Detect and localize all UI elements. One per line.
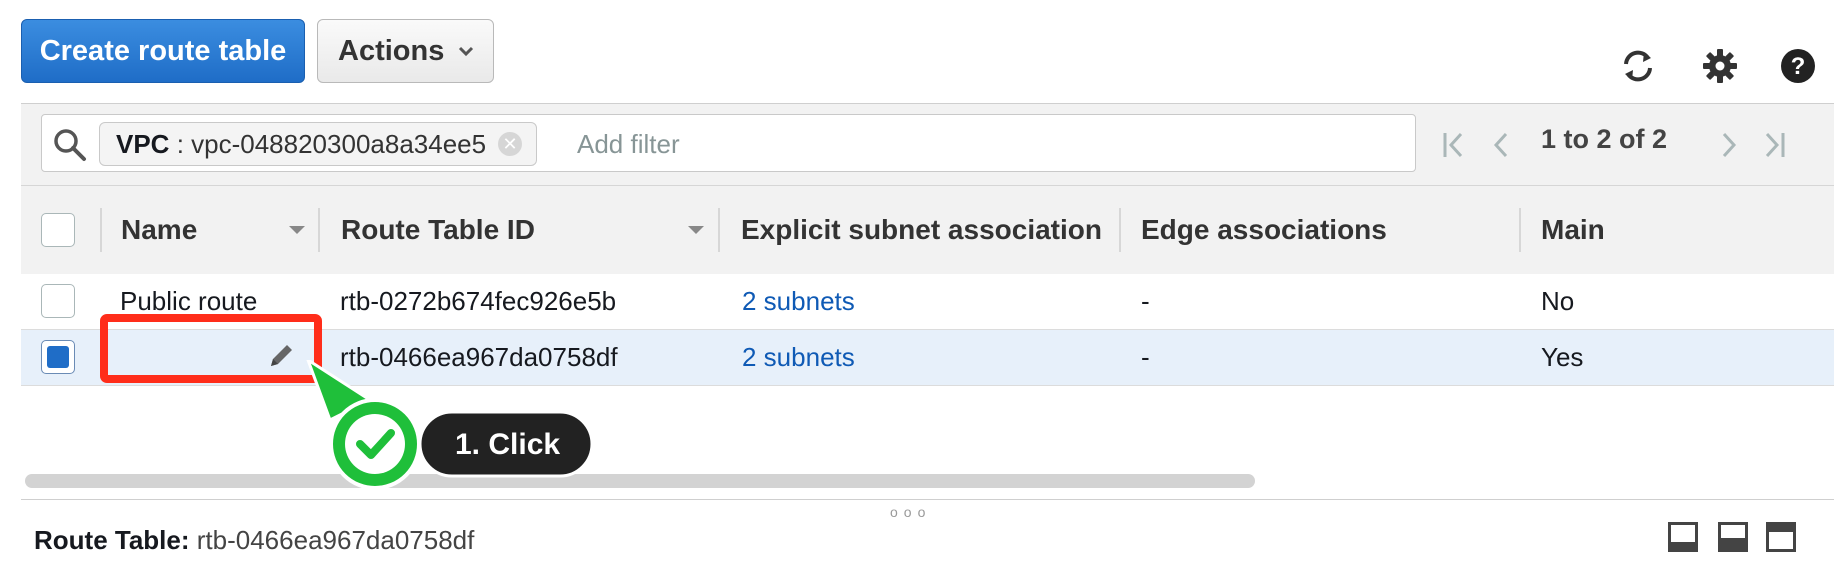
click-highlight-box [100, 314, 322, 383]
cell-route-table-id: rtb-0272b674fec926e5b [340, 286, 617, 316]
route-tables-panel: VPC : vpc-048820300a8a34ee5 ✕ Add filter… [21, 103, 1834, 500]
column-divider [318, 208, 320, 252]
footer-label-value: rtb-0466ea967da0758df [196, 525, 475, 555]
table-header: Name Route Table ID Explicit subnet asso… [21, 185, 1834, 275]
horizontal-scrollbar[interactable] [25, 474, 1255, 488]
sort-caret-icon[interactable] [688, 226, 704, 234]
column-divider [1519, 208, 1521, 252]
create-route-table-button[interactable]: Create route table [21, 19, 305, 83]
previous-page-icon[interactable] [1491, 130, 1511, 160]
sort-caret-icon[interactable] [289, 226, 305, 234]
create-route-table-label: Create route table [39, 34, 287, 67]
resize-grip-icon[interactable]: ooo [890, 504, 931, 520]
first-page-icon[interactable] [1441, 130, 1467, 160]
select-all-checkbox[interactable] [41, 213, 75, 247]
search-icon [54, 129, 86, 161]
filter-token-value: vpc-048820300a8a34ee5 [191, 128, 487, 159]
filter-token-key: VPC [116, 128, 170, 159]
row-checkbox[interactable] [41, 284, 75, 318]
selected-route-table-label: Route Table: rtb-0466ea967da0758df [34, 525, 474, 556]
footer-label-key: Route Table: [34, 525, 190, 555]
subnets-link[interactable]: 2 subnets [742, 330, 855, 385]
panel-divider[interactable] [21, 499, 1834, 500]
pagination-text: 1 to 2 of 2 [1541, 124, 1668, 154]
next-page-icon[interactable] [1719, 130, 1739, 160]
actions-button[interactable]: Actions [317, 19, 494, 83]
last-page-icon[interactable] [1761, 130, 1787, 160]
cell-edge-associations: - [1141, 286, 1150, 316]
column-header-edge-associations[interactable]: Edge associations [1141, 186, 1501, 274]
column-header-name[interactable]: Name [121, 186, 281, 274]
actions-label: Actions [338, 34, 445, 67]
cell-main: No [1541, 286, 1575, 316]
column-divider [1119, 208, 1121, 252]
layout-bottom-icon[interactable] [1668, 522, 1698, 552]
help-icon[interactable]: ? [1778, 46, 1818, 86]
chevron-down-icon [459, 46, 474, 57]
cell-main: Yes [1541, 342, 1584, 372]
refresh-icon[interactable] [1618, 46, 1658, 86]
column-header-route-table-id[interactable]: Route Table ID [341, 186, 681, 274]
row-checkbox-checked[interactable] [41, 340, 75, 374]
column-header-explicit-subnet[interactable]: Explicit subnet association [741, 186, 1119, 274]
layout-top-icon[interactable] [1766, 522, 1796, 552]
add-filter-input[interactable]: Add filter [577, 129, 680, 160]
column-divider [718, 208, 720, 252]
layout-split-icon[interactable] [1718, 522, 1748, 552]
filter-bar[interactable]: VPC : vpc-048820300a8a34ee5 ✕ Add filter [41, 114, 1416, 172]
column-header-main[interactable]: Main [1541, 186, 1741, 274]
remove-filter-icon[interactable]: ✕ [498, 132, 523, 156]
click-step-label: 1. Click [455, 428, 561, 461]
filter-token-sep: : [169, 128, 192, 159]
settings-icon[interactable] [1700, 46, 1740, 86]
column-divider [100, 208, 102, 252]
cell-edge-associations: - [1141, 342, 1150, 372]
vpc-filter-token[interactable]: VPC : vpc-048820300a8a34ee5 ✕ [99, 122, 538, 166]
svg-text:?: ? [1791, 53, 1806, 80]
subnets-link[interactable]: 2 subnets [742, 274, 855, 329]
